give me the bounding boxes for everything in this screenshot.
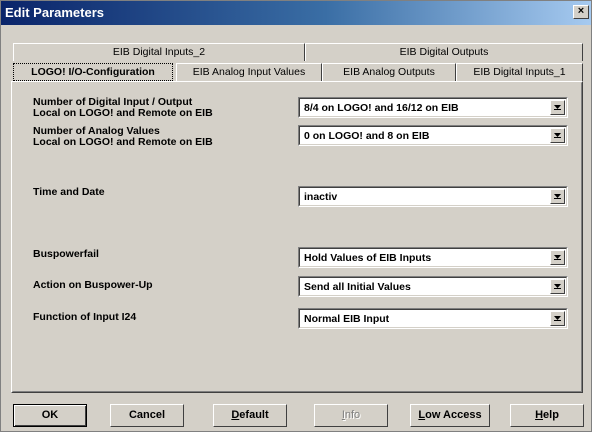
low-access-label: ow Access <box>425 409 482 421</box>
buspowerfail-dropdown-button[interactable] <box>550 250 565 265</box>
window-title: Edit Parameters <box>5 5 104 20</box>
analog-values-value: 0 on LOGO! and 8 on EIB <box>304 130 430 142</box>
tab-eib-analog-outputs[interactable]: EIB Analog Outputs <box>322 63 456 81</box>
analog-values-select[interactable]: 0 on LOGO! and 8 on EIB <box>298 125 568 146</box>
tab-label: EIB Digital Inputs_1 <box>473 66 566 78</box>
ok-button[interactable]: OK <box>13 404 87 427</box>
analog-values-label: Number of Analog Values Local on LOGO! a… <box>33 126 213 148</box>
close-icon: × <box>577 5 585 17</box>
digital-io-label-line2: Local on LOGO! and Remote on EIB <box>33 107 213 119</box>
tab-label: EIB Analog Input Values <box>192 66 306 78</box>
tab-logo-io-configuration[interactable]: LOGO! I/O-Configuration <box>13 63 173 81</box>
help-button[interactable]: Help <box>510 404 584 427</box>
digital-io-label: Number of Digital Input / Output Local o… <box>33 97 213 119</box>
analog-values-dropdown-button[interactable] <box>550 128 565 143</box>
input-i24-value: Normal EIB Input <box>304 313 390 325</box>
input-i24-select[interactable]: Normal EIB Input <box>298 308 568 329</box>
digital-io-value: 8/4 on LOGO! and 16/12 on EIB <box>304 102 459 114</box>
title-bar[interactable]: Edit Parameters <box>1 1 591 25</box>
tab-label: EIB Digital Inputs_2 <box>112 46 206 58</box>
analog-values-label-line2: Local on LOGO! and Remote on EIB <box>33 136 213 148</box>
tab-label: EIB Analog Outputs <box>343 66 435 78</box>
ok-label: OK <box>41 409 59 421</box>
tab-label: LOGO! I/O-Configuration <box>31 66 155 78</box>
buspowerfail-label: Buspowerfail <box>33 248 99 260</box>
info-button[interactable]: Info <box>314 404 388 427</box>
buspower-up-value: Send all Initial Values <box>304 281 411 293</box>
chevron-down-icon <box>554 284 561 289</box>
chevron-down-icon <box>554 316 561 321</box>
chevron-down-icon <box>554 255 561 260</box>
cancel-button[interactable]: Cancel <box>110 404 184 427</box>
low-access-button[interactable]: Low Access <box>410 404 490 427</box>
time-date-select[interactable]: inactiv <box>298 186 568 207</box>
tab-label: EIB Digital Outputs <box>399 46 489 58</box>
help-label: elp <box>543 409 559 421</box>
time-date-value: inactiv <box>304 191 338 203</box>
default-label: efault <box>239 409 269 421</box>
time-date-label: Time and Date <box>33 186 105 198</box>
buspowerfail-value: Hold Values of EIB Inputs <box>304 252 432 264</box>
info-label: nfo <box>344 409 361 421</box>
default-button[interactable]: Default <box>213 404 287 427</box>
tab-eib-analog-input-values[interactable]: EIB Analog Input Values <box>176 63 322 81</box>
tab-eib-digital-outputs[interactable]: EIB Digital Outputs <box>305 43 583 61</box>
cancel-label: Cancel <box>128 409 166 421</box>
buspower-up-dropdown-button[interactable] <box>550 279 565 294</box>
chevron-down-icon <box>554 194 561 199</box>
tab-eib-digital-inputs-2[interactable]: EIB Digital Inputs_2 <box>13 43 305 61</box>
digital-io-select[interactable]: 8/4 on LOGO! and 16/12 on EIB <box>298 97 568 118</box>
input-i24-label: Function of Input I24 <box>33 311 137 323</box>
input-i24-dropdown-button[interactable] <box>550 311 565 326</box>
chevron-down-icon <box>554 105 561 110</box>
buspower-up-label: Action on Buspower-Up <box>33 279 153 291</box>
edit-parameters-window: Edit Parameters × EIB Digital Inputs_2 E… <box>0 0 592 432</box>
digital-io-dropdown-button[interactable] <box>550 100 565 115</box>
chevron-down-icon <box>554 133 561 138</box>
tab-eib-digital-inputs-1[interactable]: EIB Digital Inputs_1 <box>456 63 583 81</box>
help-mnemonic: H <box>535 409 544 421</box>
buspower-up-select[interactable]: Send all Initial Values <box>298 276 568 297</box>
buspowerfail-select[interactable]: Hold Values of EIB Inputs <box>298 247 568 268</box>
close-button[interactable]: × <box>573 5 589 19</box>
time-date-dropdown-button[interactable] <box>550 189 565 204</box>
